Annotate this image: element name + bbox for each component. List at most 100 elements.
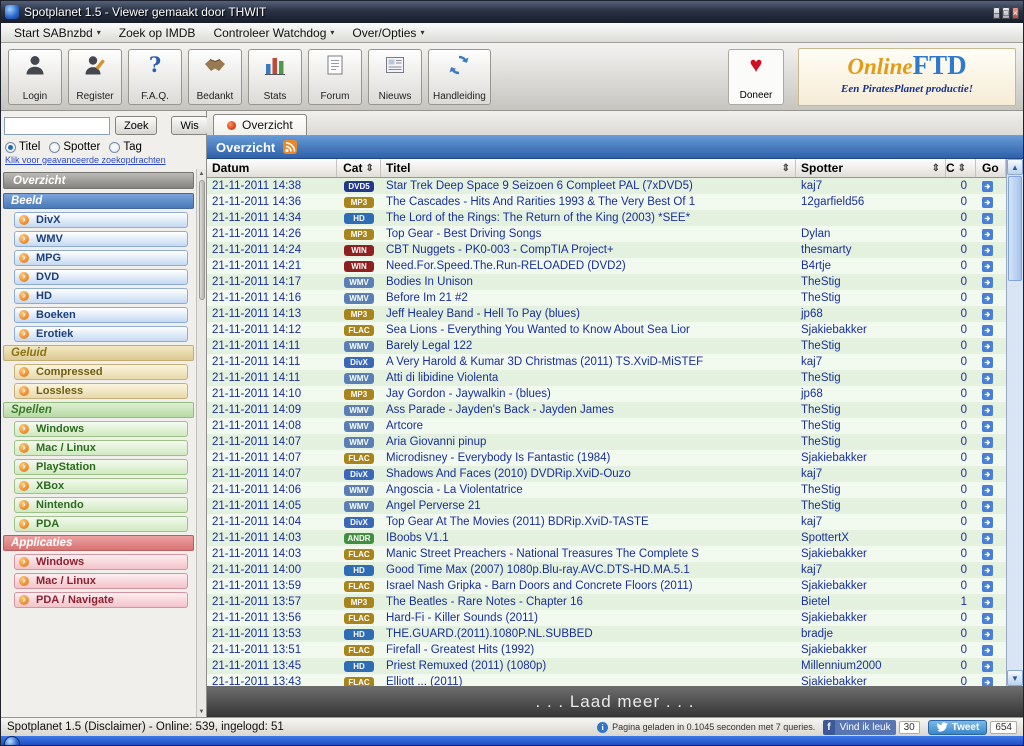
table-row[interactable]: 21-11-2011 13:43 FLAC Elliott ... (2011) Sj… bbox=[207, 674, 1006, 686]
table-row[interactable]: 21-11-2011 14:26 MP3 Top Gear - Best Drivi… bbox=[207, 226, 1006, 242]
table-row[interactable]: 21-11-2011 14:17 WMV Bodies In Unison TheSt… bbox=[207, 274, 1006, 290]
table-row[interactable]: 21-11-2011 14:12 FLAC Sea Lions - Everythi… bbox=[207, 322, 1006, 338]
column-header-go[interactable]: Go bbox=[976, 159, 1006, 177]
zoek-button[interactable]: Zoek bbox=[115, 116, 158, 135]
sidebar-section-beeld[interactable]: Beeld bbox=[3, 193, 194, 209]
sidebar-item-spellen-pda[interactable]: › PDA bbox=[14, 516, 188, 532]
stats-button[interactable]: Stats bbox=[248, 48, 302, 105]
row-go-link[interactable] bbox=[976, 242, 1006, 258]
table-row[interactable]: 21-11-2011 13:53 HD THE.GUARD.(2011).1080P… bbox=[207, 626, 1006, 642]
sidebar-item-geluid-compressed[interactable]: › Compressed bbox=[14, 364, 188, 380]
column-header-c[interactable]: C ⇕ bbox=[946, 159, 976, 177]
table-row[interactable]: 21-11-2011 13:45 HD Priest Remuxed (2011) … bbox=[207, 658, 1006, 674]
load-more-button[interactable]: . . . Laad meer . . . bbox=[207, 686, 1023, 717]
table-row[interactable]: 21-11-2011 14:07 FLAC Microdisney - Everyb… bbox=[207, 450, 1006, 466]
forum-button[interactable]: Forum bbox=[308, 48, 362, 105]
table-row[interactable]: 21-11-2011 13:56 FLAC Hard-Fi - Killer Sou… bbox=[207, 610, 1006, 626]
sidebar-item-spellen-xbox[interactable]: › XBox bbox=[14, 478, 188, 494]
row-go-link[interactable] bbox=[976, 402, 1006, 418]
sidebar-item-beeld-wmv[interactable]: › WMV bbox=[14, 231, 188, 247]
table-row[interactable]: 21-11-2011 14:07 DivX Shadows And Faces (2… bbox=[207, 466, 1006, 482]
scrollbar-thumb[interactable] bbox=[1008, 176, 1022, 281]
close-button[interactable]: × bbox=[1011, 6, 1019, 19]
nieuws-button[interactable]: Nieuws bbox=[368, 48, 422, 105]
radio-titel[interactable]: Titel bbox=[5, 141, 40, 153]
row-go-link[interactable] bbox=[976, 226, 1006, 242]
row-go-link[interactable] bbox=[976, 610, 1006, 626]
sidebar-item-spellen-mac-linux[interactable]: › Mac / Linux bbox=[14, 440, 188, 456]
table-row[interactable]: 21-11-2011 14:07 WMV Aria Giovanni pinup Th… bbox=[207, 434, 1006, 450]
row-go-link[interactable] bbox=[976, 514, 1006, 530]
menu-item-zoek-op-imdb[interactable]: Zoek op IMDB bbox=[110, 24, 205, 42]
menu-item-over-opties[interactable]: Over/Opties ▾ bbox=[343, 24, 433, 42]
table-row[interactable]: 21-11-2011 14:16 WMV Before Im 21 #2 TheSti… bbox=[207, 290, 1006, 306]
row-go-link[interactable] bbox=[976, 386, 1006, 402]
table-row[interactable]: 21-11-2011 14:09 WMV Ass Parade - Jayden's… bbox=[207, 402, 1006, 418]
bedankt-button[interactable]: Bedankt bbox=[188, 48, 242, 105]
row-go-link[interactable] bbox=[976, 546, 1006, 562]
column-header-spotter[interactable]: Spotter ⇕ bbox=[796, 159, 946, 177]
row-go-link[interactable] bbox=[976, 482, 1006, 498]
sidebar-item-spellen-windows[interactable]: › Windows bbox=[14, 421, 188, 437]
row-go-link[interactable] bbox=[976, 674, 1006, 686]
login-button[interactable]: Login bbox=[8, 48, 62, 105]
search-input[interactable] bbox=[4, 116, 110, 135]
scroll-down-icon[interactable]: ▼ bbox=[1007, 670, 1023, 686]
sidebar-item-beeld-erotiek[interactable]: › Erotiek bbox=[14, 326, 188, 342]
row-go-link[interactable] bbox=[976, 306, 1006, 322]
handleiding-button[interactable]: Handleiding bbox=[428, 48, 491, 105]
sidebar-item-geluid-lossless[interactable]: › Lossless bbox=[14, 383, 188, 399]
row-go-link[interactable] bbox=[976, 258, 1006, 274]
row-go-link[interactable] bbox=[976, 642, 1006, 658]
table-row[interactable]: 21-11-2011 14:11 DivX A Very Harold & Kuma… bbox=[207, 354, 1006, 370]
radio-spotter[interactable]: Spotter bbox=[49, 141, 100, 153]
tab-overzicht[interactable]: Overzicht bbox=[213, 114, 307, 135]
row-go-link[interactable] bbox=[976, 578, 1006, 594]
sidebar-item-overzicht[interactable]: Overzicht bbox=[3, 172, 194, 189]
table-row[interactable]: 21-11-2011 13:57 MP3 The Beatles - Rare No… bbox=[207, 594, 1006, 610]
sidebar-item-beeld-divx[interactable]: › DivX bbox=[14, 212, 188, 228]
sidebar-scrollbar[interactable]: ▲ ▼ bbox=[196, 169, 206, 717]
tweet-widget[interactable]: Tweet 654 bbox=[927, 719, 1017, 735]
start-orb-icon[interactable] bbox=[4, 736, 20, 745]
table-row[interactable]: 21-11-2011 14:03 ANDR IBoobs V1.1 SpottertX… bbox=[207, 530, 1006, 546]
column-header-titel[interactable]: Titel ⇕ bbox=[381, 159, 796, 177]
row-go-link[interactable] bbox=[976, 562, 1006, 578]
rss-icon[interactable] bbox=[283, 140, 298, 154]
sidebar-item-spellen-nintendo[interactable]: › Nintendo bbox=[14, 497, 188, 513]
scroll-up-icon[interactable]: ▲ bbox=[199, 169, 205, 179]
scroll-down-icon[interactable]: ▼ bbox=[199, 707, 205, 717]
table-row[interactable]: 21-11-2011 14:10 MP3 Jay Gordon - Jaywalki… bbox=[207, 386, 1006, 402]
sidebar-item-spellen-playstation[interactable]: › PlayStation bbox=[14, 459, 188, 475]
doneer-button[interactable]: ♥ Doneer bbox=[728, 48, 784, 105]
row-go-link[interactable] bbox=[976, 434, 1006, 450]
row-go-link[interactable] bbox=[976, 450, 1006, 466]
sidebar-section-spellen[interactable]: Spellen bbox=[3, 402, 194, 418]
row-go-link[interactable] bbox=[976, 530, 1006, 546]
row-go-link[interactable] bbox=[976, 370, 1006, 386]
tweet-button[interactable]: Tweet bbox=[927, 719, 988, 735]
table-row[interactable]: 21-11-2011 14:05 WMV Angel Perverse 21 TheS… bbox=[207, 498, 1006, 514]
row-go-link[interactable] bbox=[976, 210, 1006, 226]
sidebar-item-beeld-hd[interactable]: › HD bbox=[14, 288, 188, 304]
table-row[interactable]: 21-11-2011 14:03 FLAC Manic Street Preache… bbox=[207, 546, 1006, 562]
table-row[interactable]: 21-11-2011 14:11 WMV Atti di libidine Viol… bbox=[207, 370, 1006, 386]
table-row[interactable]: 21-11-2011 14:36 MP3 The Cascades - Hits A… bbox=[207, 194, 1006, 210]
row-go-link[interactable] bbox=[976, 418, 1006, 434]
row-go-link[interactable] bbox=[976, 354, 1006, 370]
menu-item-start-sabnzbd[interactable]: Start SABnzbd ▾ bbox=[5, 24, 110, 42]
row-go-link[interactable] bbox=[976, 178, 1006, 194]
menu-item-controleer-watchdog[interactable]: Controleer Watchdog ▾ bbox=[204, 24, 343, 42]
f-a-q-button[interactable]: ? F.A.Q. bbox=[128, 48, 182, 105]
column-header-datum[interactable]: Datum bbox=[207, 159, 337, 177]
row-go-link[interactable] bbox=[976, 274, 1006, 290]
sidebar-item-beeld-mpg[interactable]: › MPG bbox=[14, 250, 188, 266]
advanced-search-link[interactable]: Klik voor geavanceerde zoekopdrachten bbox=[1, 154, 206, 169]
table-row[interactable]: 21-11-2011 14:06 WMV Angoscia - La Violent… bbox=[207, 482, 1006, 498]
sidebar-item-beeld-boeken[interactable]: › Boeken bbox=[14, 307, 188, 323]
windows-taskbar[interactable] bbox=[1, 736, 1023, 745]
row-go-link[interactable] bbox=[976, 466, 1006, 482]
sidebar-item-applicaties-windows[interactable]: › Windows bbox=[14, 554, 188, 570]
wis-button[interactable]: Wis bbox=[171, 116, 208, 135]
row-go-link[interactable] bbox=[976, 498, 1006, 514]
